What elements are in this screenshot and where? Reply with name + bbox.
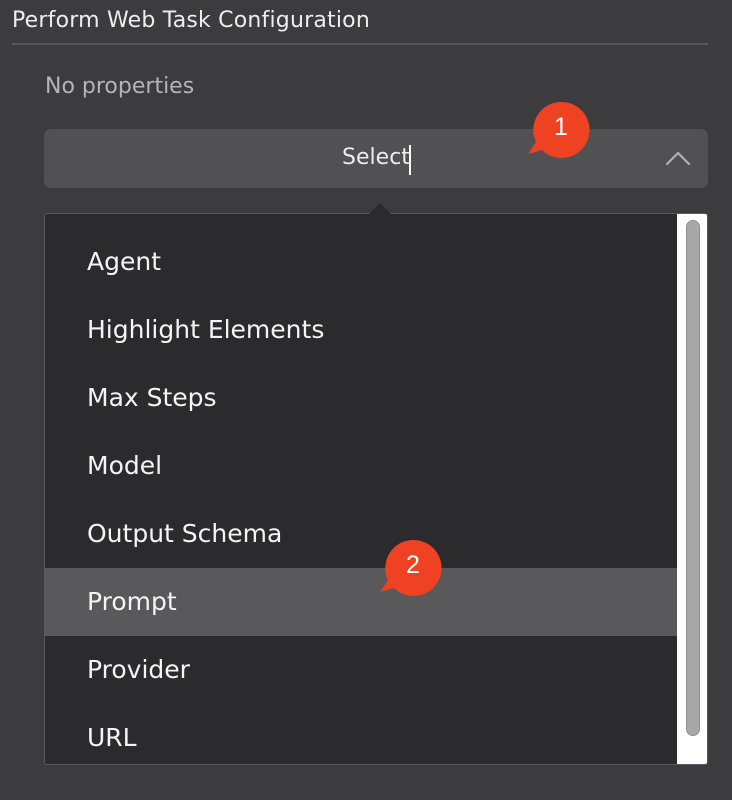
scrollbar[interactable] — [677, 214, 707, 764]
option-prompt[interactable]: Prompt — [45, 568, 677, 636]
annotation-badge-1: 1 — [528, 100, 590, 160]
option-agent[interactable]: Agent — [45, 228, 677, 296]
dropdown-pointer — [368, 203, 392, 215]
annotation-badge-2: 2 — [380, 538, 442, 598]
dropdown-list[interactable]: Agent Highlight Elements Max Steps Model… — [44, 213, 708, 765]
select-value-end: ect — [375, 145, 410, 170]
scrollbar-thumb[interactable] — [686, 220, 700, 736]
option-model[interactable]: Model — [45, 432, 677, 500]
option-max-steps[interactable]: Max Steps — [45, 364, 677, 432]
option-output-schema[interactable]: Output Schema — [45, 500, 677, 568]
no-properties-text: No properties — [45, 74, 195, 99]
property-select[interactable]: Select — [44, 129, 708, 188]
chevron-up-icon[interactable] — [664, 148, 692, 168]
text-cursor — [409, 145, 411, 175]
annotation-number-2: 2 — [406, 551, 420, 579]
divider — [12, 43, 708, 45]
option-highlight-elements[interactable]: Highlight Elements — [45, 296, 677, 364]
config-panel: Perform Web Task Configuration No proper… — [0, 0, 732, 800]
option-provider[interactable]: Provider — [45, 636, 677, 704]
select-value: Select — [44, 145, 708, 170]
section-title: Perform Web Task Configuration — [12, 8, 370, 33]
option-url[interactable]: URL — [45, 704, 677, 764]
select-value-start: Sel — [342, 145, 376, 170]
annotation-number-1: 1 — [554, 113, 568, 141]
